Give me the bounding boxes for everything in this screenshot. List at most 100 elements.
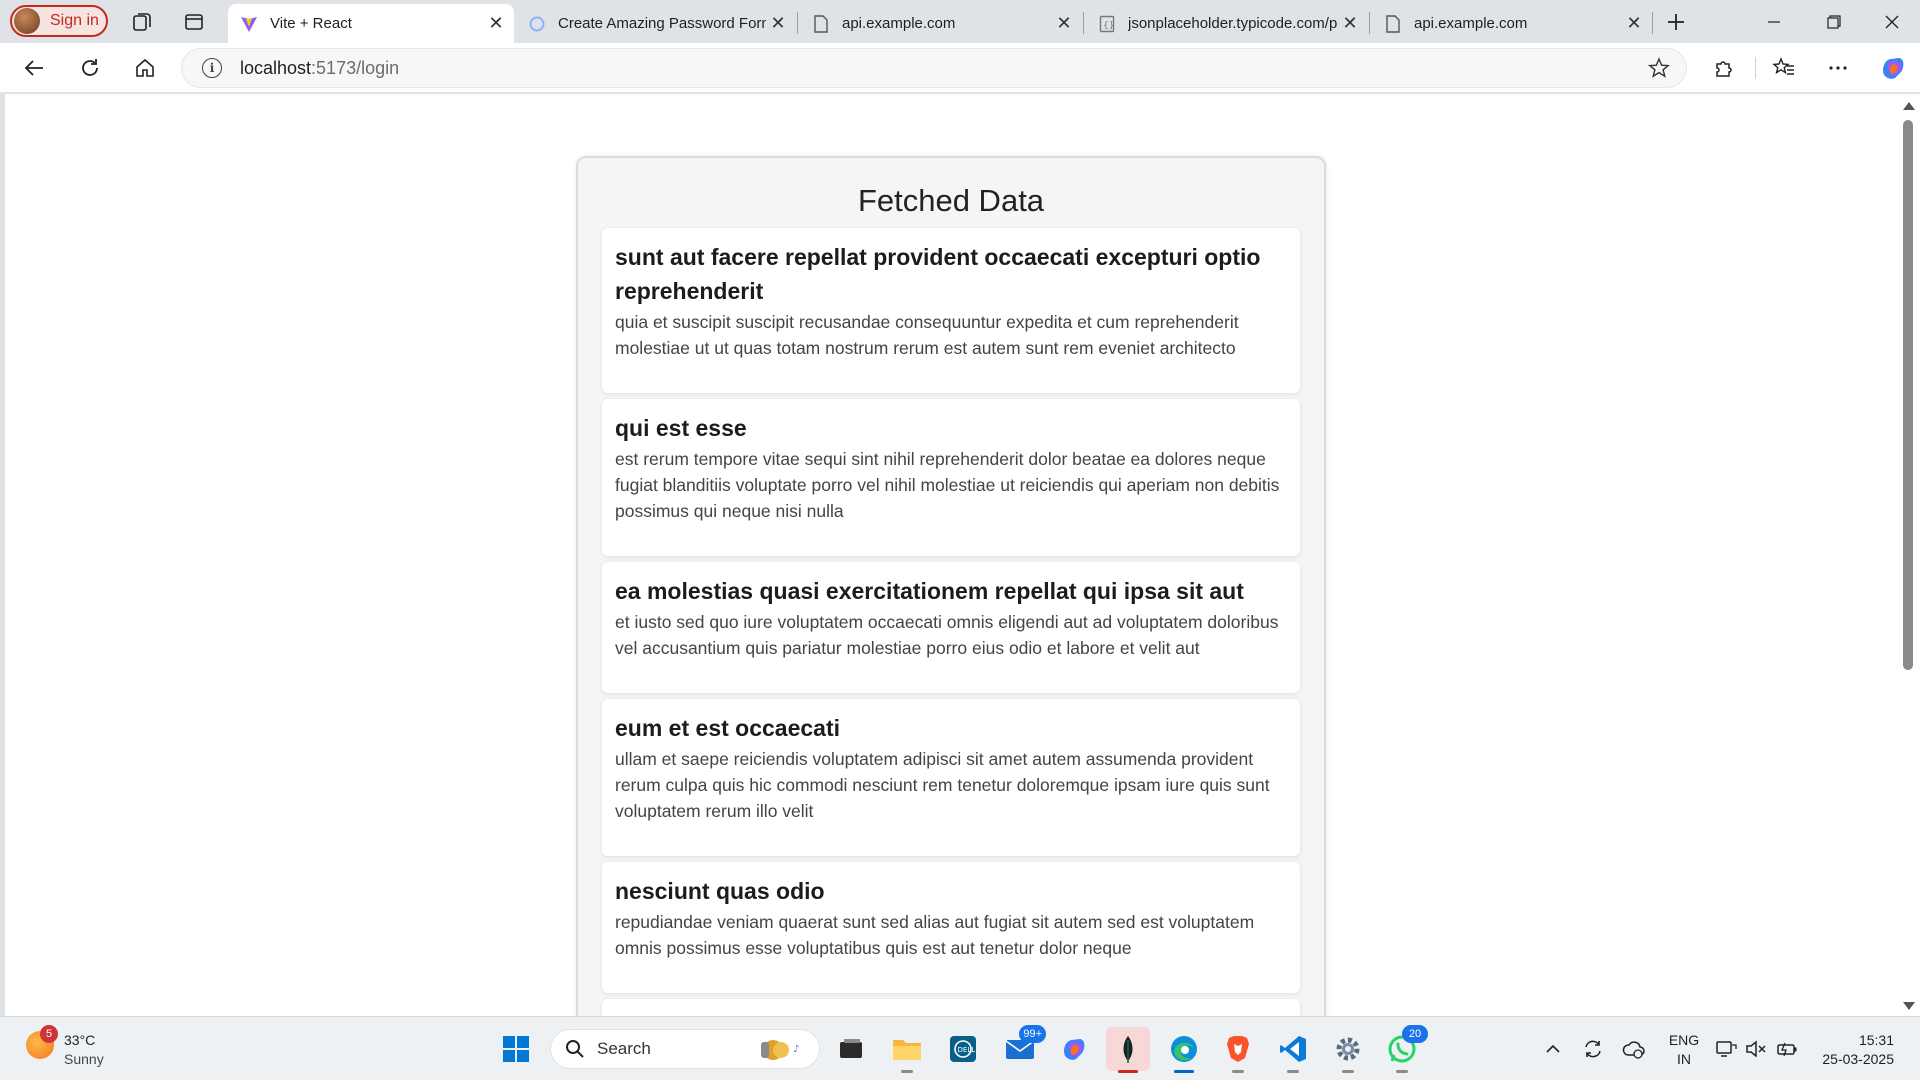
back-arrow-icon[interactable] [18,52,50,84]
post-body: et iusto sed quo iure voluptatem occaeca… [615,612,1279,658]
address-bar[interactable]: i localhost:5173/login [181,48,1687,88]
tab-vite-react[interactable]: Vite + React ✕ [228,4,514,43]
svg-text:DELL: DELL [958,1046,976,1054]
json-page-icon: {} [1098,15,1116,33]
browser-toolbar: i localhost:5173/login [0,43,1920,93]
post-body: ullam et saepe reiciendis voluptatem adi… [615,749,1270,821]
post-body: quia et suscipit suscipit recusandae con… [615,312,1239,358]
show-hidden-icons-chevron-icon[interactable] [1542,1037,1564,1061]
post-card: sunt aut facere repellat provident occae… [602,228,1300,393]
tab-title: api.example.com [1414,15,1528,32]
display-wifi-icon[interactable] [1714,1037,1738,1061]
running-indicator [1396,1070,1408,1073]
post-card: qui est esse est rerum tempore vitae seq… [602,399,1300,556]
sync-refresh-icon[interactable] [1580,1037,1606,1061]
profile-avatar [14,8,40,34]
favorite-star-icon[interactable] [1647,57,1671,85]
scroll-down-arrow-icon[interactable] [1903,1002,1915,1010]
post-title: nesciunt quas odio [615,878,825,904]
weather-widget[interactable]: 5 33°C Sunny [26,1025,104,1069]
post-card: eum et est occaecati ullam et saepe reic… [602,699,1300,856]
new-tab-plus-icon[interactable] [1662,8,1690,36]
battery-charging-icon[interactable] [1774,1037,1800,1061]
vertical-tabs-icon[interactable] [180,8,208,36]
extensions-puzzle-icon[interactable] [1708,52,1740,84]
tab-divider [797,12,798,34]
file-explorer-icon[interactable] [885,1027,929,1073]
mongodb-compass-icon[interactable] [1106,1027,1150,1073]
site-info-icon[interactable]: i [202,58,222,78]
tab-password-form[interactable]: Create Amazing Password Form ✕ [516,4,796,43]
running-indicator [1232,1070,1244,1073]
mail-icon[interactable]: 99+ [998,1025,1046,1071]
restore-window-icon[interactable] [1808,4,1860,40]
minimize-window-icon[interactable] [1748,4,1800,40]
search-icon [565,1039,585,1059]
tab-title: Create Amazing Password Form [558,15,766,32]
post-body: repudiandae veniam quaerat sunt sed alia… [615,912,1255,958]
windows-taskbar: 5 33°C Sunny Search ♪ DELL 99+ 20 ENG IN… [0,1016,1920,1080]
post-title: sunt aut facere repellat provident occae… [615,244,1261,304]
page-heading: Fetched Data [857,183,1045,218]
reload-icon[interactable] [74,52,106,84]
system-clock[interactable]: 15:31 25-03-2025 [1812,1031,1894,1069]
task-view-icon[interactable] [829,1027,873,1071]
tab-close-icon[interactable]: ✕ [484,13,508,34]
copilot-icon[interactable] [1877,52,1909,84]
address-url[interactable]: localhost:5173/login [240,58,399,79]
profile-signin-button[interactable]: Sign in [10,5,108,37]
mail-unread-badge: 99+ [1019,1025,1046,1043]
volume-muted-icon[interactable] [1744,1037,1768,1061]
vscode-icon[interactable] [1271,1027,1315,1073]
svg-text:{}: {} [1103,21,1114,31]
start-windows-icon[interactable] [494,1027,538,1071]
page-document-icon [812,14,830,33]
running-indicator [901,1070,913,1073]
search-label: Search [597,1039,651,1058]
settings-gear-icon[interactable] [1326,1027,1370,1073]
post-title: ea molestias quasi exercitationem repell… [615,578,1244,604]
post-card: ea molestias quasi exercitationem repell… [602,562,1300,693]
home-icon[interactable] [129,52,161,84]
region-code: IN [1677,1051,1691,1067]
brave-browser-icon[interactable] [1216,1027,1260,1073]
post-body: est rerum tempore vitae sequi sint nihil… [615,449,1280,521]
more-menu-icon[interactable] [1822,52,1854,84]
page-document-icon [1384,14,1402,33]
network-cloud-icon[interactable] [1620,1037,1648,1061]
weather-badge: 5 [40,1025,58,1043]
copilot-taskbar-icon[interactable] [1052,1027,1096,1071]
collections-icon[interactable] [128,8,156,36]
tab-close-icon[interactable]: ✕ [1052,13,1076,34]
taskbar-search-box[interactable]: Search ♪ [550,1029,820,1069]
input-language-indicator[interactable]: ENG IN [1666,1031,1702,1069]
vite-logo-icon [240,15,258,33]
svg-text:♪: ♪ [793,1044,799,1055]
clock-date: 25-03-2025 [1822,1051,1894,1067]
tab-close-icon[interactable]: ✕ [1338,13,1362,34]
tab-title: api.example.com [842,15,956,32]
tab-close-icon[interactable]: ✕ [1622,13,1646,34]
tab-close-icon[interactable]: ✕ [766,13,790,34]
tab-api-example[interactable]: api.example.com ✕ [800,4,1082,43]
edge-browser-icon[interactable] [1162,1027,1206,1073]
favorites-list-icon[interactable] [1768,52,1800,84]
whatsapp-icon[interactable]: 20 [1380,1025,1428,1073]
post-card-partial [602,999,1300,1016]
scroll-up-arrow-icon[interactable] [1903,102,1915,110]
weather-description: Sunny [64,1051,104,1067]
dell-app-icon[interactable]: DELL [941,1027,985,1071]
post-title: eum et est occaecati [615,715,841,741]
post-card: nesciunt quas odio repudiandae veniam qu… [602,862,1300,993]
tab-strip: Sign in Vite + React ✕ Create Amazing Pa… [0,0,1920,43]
fetched-data-container: Fetched Data sunt aut facere repellat pr… [576,156,1326,1016]
scrollbar-thumb[interactable] [1903,120,1913,670]
page-scrollbar[interactable] [1897,94,1920,1016]
search-highlight-icon: ♪ [753,1036,809,1069]
tab-api-example-2[interactable]: api.example.com ✕ [1372,4,1652,43]
tab-jsonplaceholder[interactable]: {} jsonplaceholder.typicode.com/p ✕ [1086,4,1368,43]
url-host: localhost [240,57,312,78]
tab-divider [1369,12,1370,34]
close-window-icon[interactable] [1866,4,1918,40]
tab-title: Vite + React [270,15,352,32]
